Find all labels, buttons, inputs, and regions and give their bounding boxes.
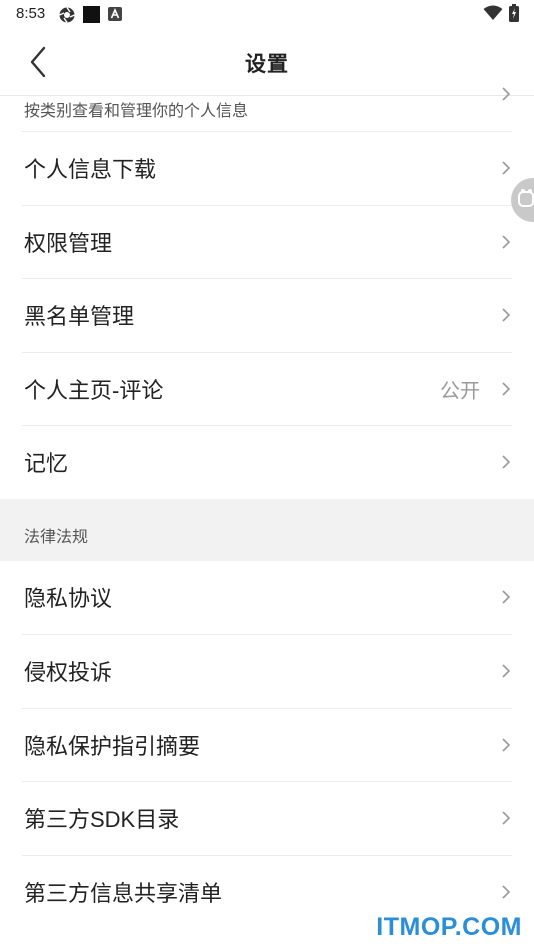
square-notification-icon (83, 6, 100, 23)
chevron-right-icon (502, 87, 511, 101)
chevron-right-icon (502, 308, 511, 322)
battery-icon (509, 4, 519, 22)
list-item-blacklist-management[interactable]: 黑名单管理 (22, 278, 512, 352)
list-item-privacy-agreement[interactable]: 隐私协议 (22, 561, 512, 635)
list-item-permission-management[interactable]: 权限管理 (22, 204, 512, 279)
list-item-label: 隐私协议 (24, 586, 113, 612)
status-bar: 8:53 (0, 0, 534, 28)
app-a-icon (108, 7, 122, 21)
list-item-label: 个人主页-评论 (24, 377, 164, 403)
list-item-infringement-complaint[interactable]: 侵权投诉 (22, 634, 512, 708)
settings-list: 按类别查看和管理你的个人信息 个人信息下载 权限管理 黑名单管理 个人主页-评论… (0, 87, 534, 928)
list-item-label: 个人信息下载 (24, 157, 157, 183)
chevron-right-icon (502, 738, 511, 752)
list-item-third-party-sdk[interactable]: 第三方SDK目录 (22, 781, 512, 855)
chevron-right-icon (502, 382, 511, 396)
chevron-right-icon (502, 590, 511, 604)
list-item-label: 侵权投诉 (24, 660, 113, 686)
list-item-label: 第三方信息共享清单 (24, 880, 223, 906)
chevron-right-icon (502, 161, 511, 175)
list-item-label: 权限管理 (24, 230, 113, 256)
list-item-label: 第三方SDK目录 (24, 807, 180, 833)
section-header-legal: 法律法规 (0, 498, 534, 561)
wifi-icon (483, 5, 503, 20)
shutter-icon (59, 7, 75, 23)
list-item-privacy-guide-summary[interactable]: 隐私保护指引摘要 (22, 707, 512, 782)
chevron-right-icon (502, 235, 511, 249)
page-title: 设置 (245, 53, 289, 76)
chevron-right-icon (502, 455, 511, 469)
list-item-value: 公开 (440, 380, 480, 403)
status-time: 8:53 (16, 5, 46, 22)
chevron-right-icon (502, 885, 511, 899)
list-item-label: 记忆 (24, 451, 69, 477)
list-item-personal-info-download[interactable]: 个人信息下载 (22, 131, 512, 205)
list-item-homepage-comments[interactable]: 个人主页-评论 公开 (22, 351, 512, 426)
floating-assistant-button[interactable] (511, 178, 534, 222)
header: 设置 (0, 28, 534, 96)
list-item-label: 隐私保护指引摘要 (24, 733, 201, 759)
manage-personal-info-label: 按类别查看和管理你的个人信息 (24, 103, 249, 120)
assistant-icon (518, 189, 534, 207)
watermark: ITMOP.COM (376, 913, 522, 941)
manage-personal-info-item[interactable]: 按类别查看和管理你的个人信息 (0, 87, 534, 131)
section-title: 法律法规 (24, 528, 89, 546)
list-item-label: 黑名单管理 (24, 304, 135, 330)
list-item-memory[interactable]: 记忆 (22, 425, 512, 499)
chevron-right-icon (502, 664, 511, 678)
chevron-right-icon (502, 811, 511, 825)
